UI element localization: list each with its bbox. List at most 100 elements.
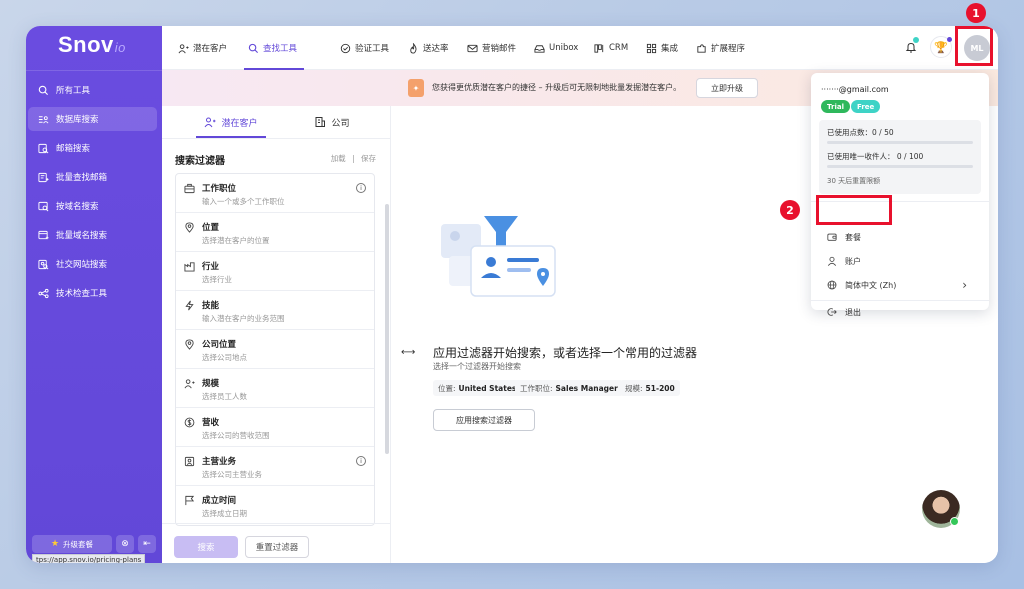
nav-deliverability[interactable]: 送达率	[408, 26, 449, 70]
highlight-plan-box	[816, 195, 892, 225]
sidebar-divider	[26, 70, 162, 71]
preset-chip-job-title[interactable]: 工作职位: Sales Manager	[515, 380, 623, 396]
preset-chip-size[interactable]: 规模: 51-200	[620, 380, 680, 396]
collapse-icon: ⇤	[143, 539, 151, 549]
filter-size[interactable]: 规模 选择员工人数	[176, 369, 374, 408]
sidebar-item-domain-search[interactable]: 按域名搜索	[28, 194, 157, 218]
nav-crm[interactable]: CRM	[594, 26, 628, 70]
collapse-sidebar-button[interactable]: ⇤	[138, 535, 156, 553]
load-filters-link[interactable]: 加载	[331, 154, 346, 163]
id-card-icon	[184, 456, 195, 467]
sidebar-item-bulk-domain[interactable]: 批量域名搜索	[28, 223, 157, 247]
filter-revenue[interactable]: 营收 选择公司的营收范围	[176, 408, 374, 447]
chevron-right-icon: ›	[962, 278, 967, 292]
filter-location[interactable]: 位置 选择潜在客户的位置	[176, 213, 374, 252]
tab-companies[interactable]: 公司	[302, 106, 362, 138]
bulk-mail-icon	[38, 172, 49, 182]
filter-founded[interactable]: 成立时间 选择成立日期	[176, 486, 374, 525]
menu-item-language[interactable]: 简体中文 (Zh) ›	[819, 274, 981, 296]
filter-main-business[interactable]: 主营业务 选择公司主营业务 i	[176, 447, 374, 486]
lightning-icon	[185, 300, 194, 311]
highlight-avatar-box	[955, 26, 993, 66]
filter-panel: 潜在客户 公司 搜索过滤器 加载 | 保存 工作职位 输入一个或多个工作职位 i…	[162, 106, 391, 563]
step-1-badge: 1	[966, 3, 986, 23]
rewards-dot	[947, 37, 952, 42]
search-button[interactable]: 搜索	[174, 536, 238, 558]
apply-search-filters-button[interactable]: 应用搜索过滤器	[433, 409, 535, 431]
trial-badge: Trial	[821, 100, 850, 113]
menu-item-account[interactable]: 账户	[819, 250, 981, 272]
account-dropdown: ·······@gmail.com Trial Free 已使用点数：0 / 5…	[811, 73, 989, 317]
empty-state-title: 应用过滤器开始搜索，或者选择一个常用的过滤器	[433, 346, 698, 360]
reset-filters-button[interactable]: 重置过滤器	[245, 536, 309, 558]
star-icon: ★	[50, 539, 60, 549]
menu-item-logout[interactable]: 退出	[819, 303, 981, 321]
location-pin-icon	[185, 222, 194, 233]
sidebar: Snovio 所有工具 数据库搜索 邮箱搜索 批量查找邮箱 按域名搜索 批量域名…	[26, 26, 162, 563]
filter-industry[interactable]: 行业 选择行业	[176, 252, 374, 291]
recipients-progress-bar	[827, 165, 973, 168]
filter-skills[interactable]: 技能 输入潜在客户的业务范围	[176, 291, 374, 330]
preset-chip-location[interactable]: 位置: United States	[433, 380, 522, 396]
snov-logo[interactable]: Snovio	[58, 32, 126, 58]
sidebar-item-tech-check[interactable]: 技术检查工具	[28, 281, 157, 305]
top-nav: 潜在客户 查找工具 验证工具 送达率 营销邮件 Unibox CRM 集成 扩展…	[162, 26, 998, 70]
wallet-icon	[827, 233, 837, 241]
upgrade-plan-button[interactable]: ★ 升级套餐	[32, 535, 112, 553]
user-icon	[827, 256, 837, 266]
sidebar-item-social-search[interactable]: 社交网站搜索	[28, 252, 157, 276]
nav-unibox[interactable]: Unibox	[534, 26, 578, 70]
filter-actions: 加载 | 保存	[330, 154, 376, 163]
empty-state-subtitle: 选择一个过滤器开始搜索	[433, 362, 521, 371]
users-icon	[205, 117, 216, 128]
nav-verify-tools[interactable]: 验证工具	[340, 26, 389, 70]
nav-prospects[interactable]: 潜在客户	[178, 26, 227, 70]
double-arrow-icon: ⟷	[401, 347, 416, 358]
info-icon[interactable]: i	[356, 456, 366, 466]
globe-icon	[827, 280, 837, 290]
account-email: ·······@gmail.com	[821, 85, 889, 94]
usage-box: 已使用点数：0 / 50 已使用唯一收件人： 0 / 100 30 天后重置限额	[819, 120, 981, 194]
mail-search-icon	[38, 143, 49, 153]
credits-used: 已使用点数：0 / 50	[827, 128, 894, 137]
rewards-button[interactable]: 🏆	[930, 36, 952, 58]
filter-scrollbar[interactable]	[385, 204, 389, 454]
upgrade-now-button[interactable]: 立即升级	[696, 78, 758, 98]
nav-extensions[interactable]: 扩展程序	[696, 26, 745, 70]
filter-company-location[interactable]: 公司位置 选择公司地点	[176, 330, 374, 369]
notifications-button[interactable]	[900, 36, 922, 58]
filter-illustration	[441, 216, 556, 297]
info-icon[interactable]: i	[356, 183, 366, 193]
sidebar-item-database-search[interactable]: 数据库搜索	[28, 107, 157, 131]
status-url-tooltip: tps://app.snov.io/pricing-plans	[32, 554, 146, 563]
search-icon	[248, 43, 259, 53]
bulk-domain-icon	[38, 230, 49, 239]
nav-email-campaigns[interactable]: 营销邮件	[467, 26, 516, 70]
factory-icon	[184, 262, 195, 272]
flame-icon	[410, 42, 417, 54]
save-filters-link[interactable]: 保存	[361, 154, 376, 163]
dropdown-divider	[811, 300, 989, 301]
filter-list: 工作职位 输入一个或多个工作职位 i 位置 选择潜在客户的位置 行业 选择行业 …	[175, 173, 375, 526]
flag-icon	[185, 495, 195, 506]
dollar-circle-icon	[184, 417, 195, 428]
nav-find-tools[interactable]: 查找工具	[248, 26, 297, 70]
support-button[interactable]: ⊗	[116, 535, 134, 553]
grid-icon	[646, 43, 657, 53]
logout-icon	[827, 308, 837, 316]
nav-integrations[interactable]: 集成	[646, 26, 678, 70]
sidebar-item-email-search[interactable]: 邮箱搜索	[28, 136, 157, 160]
free-badge: Free	[851, 100, 881, 113]
recipients-used: 已使用唯一收件人： 0 / 100	[827, 152, 924, 161]
menu-item-plan[interactable]: 套餐	[819, 226, 981, 248]
sidebar-item-all-tools[interactable]: 所有工具	[28, 78, 157, 102]
puzzle-icon	[697, 43, 706, 53]
filters-title: 搜索过滤器	[175, 156, 225, 167]
sidebar-item-bulk-email[interactable]: 批量查找邮箱	[28, 165, 157, 189]
tab-prospects[interactable]: 潜在客户	[196, 106, 266, 138]
app-window: Snovio 所有工具 数据库搜索 邮箱搜索 批量查找邮箱 按域名搜索 批量域名…	[26, 26, 998, 563]
mail-icon	[467, 44, 478, 52]
filter-job-title[interactable]: 工作职位 输入一个或多个工作职位 i	[176, 174, 374, 213]
globe-search-icon	[38, 85, 49, 95]
building-icon	[315, 117, 326, 127]
